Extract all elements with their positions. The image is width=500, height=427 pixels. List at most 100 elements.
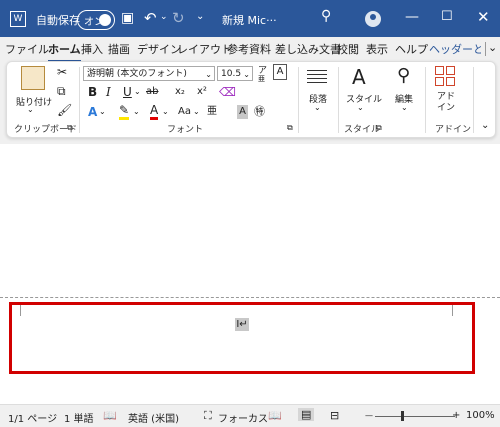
text-effects-dropdown-icon[interactable]: ⌄ — [99, 107, 106, 116]
tab-draw[interactable]: 描画 — [108, 41, 130, 57]
tab-review[interactable]: 校閲 — [337, 41, 359, 57]
format-painter-icon[interactable]: 🖌 — [57, 103, 72, 117]
styles-group-label: スタイル — [344, 125, 381, 135]
addins-group-label: アドイン — [435, 125, 472, 135]
qat-customize-icon[interactable]: ⌄ — [196, 11, 204, 22]
highlight-dropdown-icon[interactable]: ⌄ — [133, 107, 140, 116]
font-size-combobox[interactable]: 10.5 ⌄ — [217, 66, 253, 81]
maximize-icon[interactable]: ☐ — [441, 9, 453, 24]
tab-design[interactable]: デザイン — [137, 41, 181, 57]
change-case-button[interactable]: Aa — [178, 105, 191, 119]
font-color-dropdown-icon[interactable]: ⌄ — [162, 107, 169, 116]
font-group-label: フォント — [167, 125, 204, 135]
autosave-label: 自動保存 — [36, 14, 80, 27]
underline-dropdown-icon[interactable]: ⌄ — [134, 87, 141, 96]
web-layout-icon[interactable]: ⊟ — [330, 409, 339, 422]
save-icon[interactable]: ▣ — [121, 10, 134, 26]
tab-help[interactable]: ヘルプ — [395, 41, 428, 57]
language-indicator[interactable]: 英語 (米国) — [128, 410, 179, 425]
bold-button[interactable]: B — [88, 85, 97, 99]
font-name-dropdown-icon[interactable]: ⌄ — [205, 67, 212, 80]
read-mode-icon[interactable]: 📖 — [268, 409, 282, 422]
font-size-value: 10.5 — [221, 69, 242, 79]
font-name-value: 游明朝 (本文のフォント) — [87, 69, 187, 79]
font-unit-icon[interactable]: 亜 — [258, 72, 265, 86]
italic-button[interactable]: I — [106, 85, 111, 99]
ribbon-expand-icon[interactable]: ⌄ — [481, 120, 489, 131]
redo-icon[interactable]: ↻ — [172, 9, 185, 27]
enclosed-char-icon[interactable]: ㊕ — [254, 105, 265, 119]
tab-mailings[interactable]: 差し込み文書 — [275, 41, 341, 57]
underline-button[interactable]: U — [123, 85, 132, 99]
cut-icon[interactable]: ✂ — [57, 65, 67, 79]
paste-dropdown-icon[interactable]: ⌄ — [27, 105, 34, 114]
status-bar: 1/1 ページ 1 単語 📖 英語 (米国) ⛶ フォーカス 📖 ▤ ⊟ — +… — [0, 404, 500, 427]
subscript-button[interactable]: x₂ — [175, 85, 185, 99]
focus-icon[interactable]: ⛶ — [204, 409, 212, 423]
page-count[interactable]: 1/1 ページ — [8, 410, 57, 425]
autosave-toggle[interactable]: オン — [77, 10, 115, 30]
tab-file[interactable]: ファイル — [5, 41, 49, 57]
proofing-icon[interactable]: 📖 — [103, 409, 117, 422]
tab-header-footer[interactable]: ヘッダーとフ — [429, 41, 481, 57]
group-divider — [298, 67, 299, 133]
account-avatar-icon[interactable] — [365, 11, 381, 27]
zoom-out-button[interactable]: — — [365, 411, 373, 420]
highlight-icon[interactable]: ✎ — [119, 103, 130, 120]
footer-area-highlight[interactable] — [9, 302, 475, 374]
search-icon[interactable]: ⚲ — [321, 8, 331, 24]
font-name-combobox[interactable]: 游明朝 (本文のフォント) ⌄ — [83, 66, 215, 81]
superscript-button[interactable]: x² — [197, 85, 207, 99]
search-magnifier-icon[interactable]: ⚲ — [397, 66, 410, 86]
group-divider — [79, 67, 80, 133]
editing-dropdown-icon[interactable]: ⌄ — [401, 103, 408, 112]
zoom-slider-track[interactable] — [375, 416, 455, 417]
minimize-icon[interactable]: — — [405, 9, 419, 25]
ribbon-home: 貼り付け ⌄ ✂ ⧉ 🖌 クリップボード ⧉ 游明朝 (本文のフォント) ⌄ 1… — [6, 61, 496, 138]
zoom-slider-thumb[interactable] — [401, 411, 404, 421]
word-app-icon[interactable]: W — [10, 11, 26, 27]
header-boundary-line — [0, 297, 500, 298]
tab-references[interactable]: 参考資料 — [227, 41, 271, 57]
font-launcher-icon[interactable]: ⧉ — [287, 123, 293, 133]
text-effects-icon[interactable]: A — [88, 105, 97, 119]
addins-icon[interactable] — [435, 66, 455, 86]
focus-button[interactable]: フォーカス — [218, 410, 268, 425]
paragraph-icon[interactable] — [307, 68, 327, 83]
styles-launcher-icon[interactable]: ⧉ — [376, 123, 382, 133]
tab-home[interactable]: ホーム — [48, 41, 81, 62]
ribbon-display-options-icon[interactable]: ⌄ — [488, 41, 497, 54]
styles-icon[interactable]: A — [352, 66, 366, 88]
zoom-level[interactable]: 100% — [466, 410, 495, 421]
clear-format-icon[interactable]: A — [273, 64, 287, 80]
print-layout-icon[interactable]: ▤ — [298, 408, 315, 421]
text-cursor-paragraph-mark[interactable]: I↵ — [235, 318, 249, 331]
styles-button[interactable]: スタイル — [346, 92, 382, 105]
paragraph-dropdown-icon[interactable]: ⌄ — [314, 103, 321, 112]
word-count[interactable]: 1 単語 — [64, 410, 94, 425]
paste-icon[interactable] — [21, 66, 45, 90]
close-icon[interactable]: ✕ — [477, 8, 490, 26]
tab-layout[interactable]: レイアウト — [177, 41, 232, 57]
strikethrough-button[interactable]: ab — [146, 85, 158, 99]
font-size-dropdown-icon[interactable]: ⌄ — [243, 67, 250, 80]
change-case-dropdown-icon[interactable]: ⌄ — [193, 107, 200, 116]
tab-view[interactable]: 表示 — [366, 41, 388, 57]
font-color-button[interactable]: A — [150, 103, 159, 120]
copy-icon[interactable]: ⧉ — [57, 84, 66, 98]
char-shading-button[interactable]: A — [237, 105, 248, 119]
text-effects-eraser-icon[interactable]: ⌫ — [219, 85, 236, 99]
addins-button[interactable]: アド イン — [437, 92, 455, 114]
group-divider — [473, 67, 474, 133]
phonetic-guide-icon[interactable]: 亜 — [207, 105, 217, 119]
ribbon-tabs: ファイル ホーム 挿入 描画 デザイン レイアウト 参考資料 差し込み文書 校閲… — [0, 37, 500, 62]
undo-icon[interactable]: ↶ — [144, 9, 157, 27]
styles-dropdown-icon[interactable]: ⌄ — [357, 103, 364, 112]
clipboard-launcher-icon[interactable]: ⧉ — [67, 123, 73, 133]
zoom-in-button[interactable]: + — [452, 410, 460, 421]
toggle-knob — [99, 14, 111, 26]
document-title[interactable]: 新規 Mic··· — [222, 12, 277, 28]
paste-button[interactable]: 貼り付け — [16, 95, 52, 108]
undo-dropdown-icon[interactable]: ⌄ — [160, 12, 168, 22]
tab-insert[interactable]: 挿入 — [81, 41, 103, 57]
